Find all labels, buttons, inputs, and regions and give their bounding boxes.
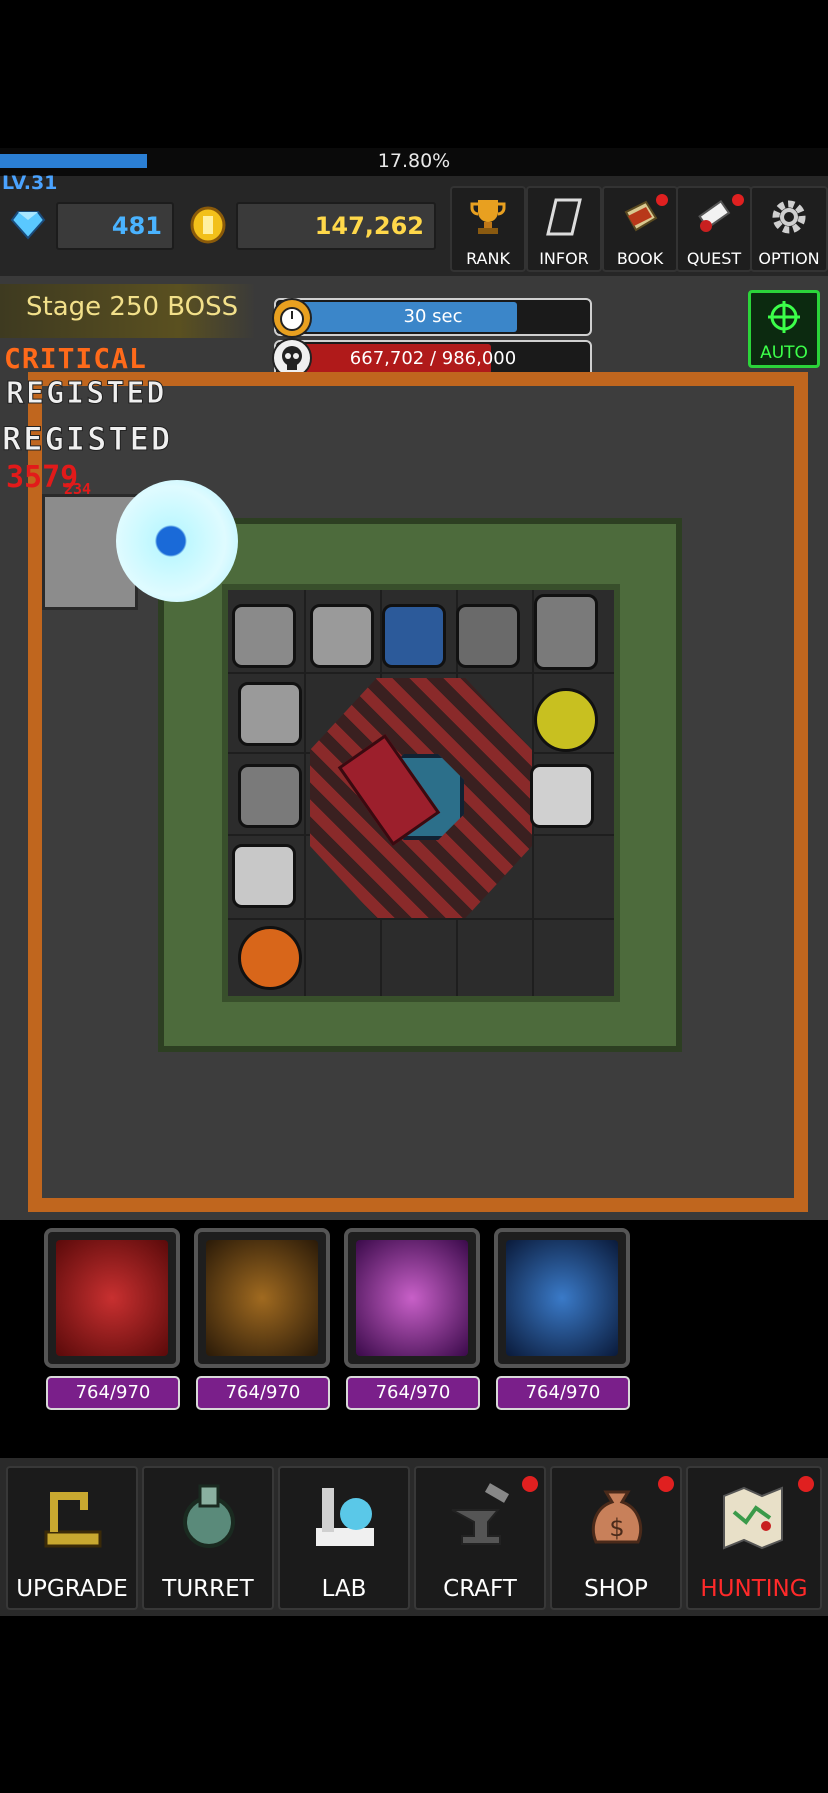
bullet-skill-button[interactable] <box>44 1228 180 1368</box>
trophy-icon <box>470 198 506 236</box>
gem-counter: 481 <box>56 202 174 250</box>
turret-icon <box>176 1482 242 1552</box>
gem-count: 481 <box>111 212 162 240</box>
tornado-skill-button[interactable] <box>494 1228 630 1368</box>
dash-icon <box>356 1240 468 1356</box>
anvil-icon <box>448 1482 514 1552</box>
nav-lab[interactable]: LAB <box>278 1466 410 1610</box>
critical-text: CRITICAL <box>4 342 147 375</box>
info-button[interactable]: INFOR <box>526 186 602 272</box>
auto-label: AUTO <box>760 343 808 363</box>
target-skill-button[interactable] <box>194 1228 330 1368</box>
turret-slot[interactable] <box>382 604 446 668</box>
turret-slot[interactable] <box>534 688 598 752</box>
turret-slot[interactable] <box>232 604 296 668</box>
book-alert-dot <box>656 194 668 206</box>
timer-bar: 30 sec <box>274 298 592 336</box>
info-book-icon <box>546 198 582 236</box>
nav-turret[interactable]: TURRET <box>142 1466 274 1610</box>
boss-hp-text: 667,702 / 986,000 <box>349 348 517 369</box>
nav-shop[interactable]: $ SHOP <box>550 1466 682 1610</box>
stopwatch-icon <box>272 298 312 338</box>
shop-alert-dot <box>658 1476 674 1492</box>
gold-coin-icon <box>190 206 226 244</box>
lab-icon <box>312 1482 378 1552</box>
svg-text:$: $ <box>609 1514 624 1542</box>
book-icon <box>622 198 658 236</box>
book-button[interactable]: BOOK <box>602 186 678 272</box>
turret-slot[interactable] <box>530 764 594 828</box>
craft-alert-dot <box>522 1476 538 1492</box>
turret-slot[interactable] <box>534 594 598 670</box>
quest-alert-dot <box>732 194 744 206</box>
nav-craft[interactable]: CRAFT <box>414 1466 546 1610</box>
gold-count: 147,262 <box>314 212 424 240</box>
xp-percent: 17.80% <box>377 150 451 172</box>
skill-charge: 764/970 <box>46 1376 180 1410</box>
nav-hunting[interactable]: HUNTING <box>686 1466 822 1610</box>
skill-charge: 764/970 <box>346 1376 480 1410</box>
gold-counter: 147,262 <box>236 202 436 250</box>
dash-skill-button[interactable] <box>344 1228 480 1368</box>
player-level: LV.31 <box>2 172 58 194</box>
target-icon <box>206 1240 318 1356</box>
turret-slot[interactable] <box>238 682 302 746</box>
turret-slot[interactable] <box>310 604 374 668</box>
map-icon <box>720 1482 786 1552</box>
scroll-icon <box>696 198 732 236</box>
tornado-icon <box>506 1240 618 1356</box>
crosshair-icon <box>766 299 802 335</box>
gear-icon <box>770 198 806 236</box>
registed-text: REGISTED <box>6 376 167 412</box>
option-button[interactable]: OPTION <box>750 186 828 272</box>
crane-icon <box>40 1482 106 1552</box>
turret-slot[interactable] <box>456 604 520 668</box>
energy-orb <box>116 480 238 602</box>
hunting-alert-dot <box>798 1476 814 1492</box>
bullet-icon <box>56 1240 168 1356</box>
timer-text: 30 sec <box>403 306 463 327</box>
stage-label: Stage 250 BOSS <box>26 292 239 322</box>
grid-line <box>228 918 614 920</box>
nav-upgrade[interactable]: UPGRADE <box>6 1466 138 1610</box>
money-bag-icon: $ <box>584 1482 650 1552</box>
turret-slot[interactable] <box>232 844 296 908</box>
turret-slot[interactable] <box>238 926 302 990</box>
auto-target-button[interactable]: AUTO <box>748 290 820 368</box>
skill-charge: 764/970 <box>196 1376 330 1410</box>
grid-line <box>228 672 614 674</box>
turret-slot[interactable] <box>238 764 302 828</box>
damage-number-small: 234 <box>64 480 92 498</box>
rank-button[interactable]: RANK <box>450 186 526 272</box>
gem-icon <box>10 206 46 242</box>
registed-text: REGISTED <box>1 420 173 459</box>
skill-charge: 764/970 <box>496 1376 630 1410</box>
quest-button[interactable]: QUEST <box>676 186 752 272</box>
grid-line <box>304 590 306 996</box>
